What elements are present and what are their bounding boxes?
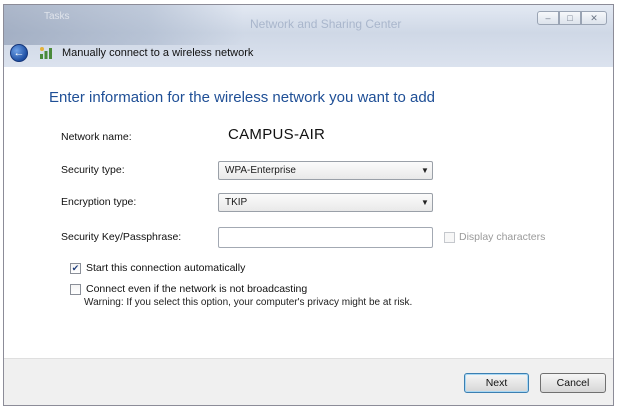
network-name-value: CAMPUS-AIR xyxy=(228,126,326,143)
wizard-window: Tasks Network and Sharing Center – □ ✕ ← xyxy=(3,4,614,406)
display-characters-label: Display characters xyxy=(459,231,546,243)
encryption-type-dropdown[interactable]: TKIP ▼ xyxy=(218,193,433,212)
display-characters-checkbox[interactable] xyxy=(444,232,455,243)
start-auto-label: Start this connection automatically xyxy=(86,262,246,274)
network-icon xyxy=(40,47,52,59)
wizard-content: Enter information for the wireless netwo… xyxy=(4,67,613,359)
security-type-label: Security type: xyxy=(61,164,125,176)
encryption-type-label: Encryption type: xyxy=(61,196,137,208)
minimize-icon: – xyxy=(545,13,551,23)
privacy-warning: Warning: If you select this option, your… xyxy=(84,297,413,308)
next-button[interactable]: Next xyxy=(464,373,529,393)
connect-hidden-label: Connect even if the network is not broad… xyxy=(86,283,308,295)
maximize-icon: □ xyxy=(567,13,573,23)
window-title: Network and Sharing Center xyxy=(250,17,402,31)
network-name-label: Network name: xyxy=(61,131,132,143)
passphrase-label: Security Key/Passphrase: xyxy=(61,231,182,243)
chevron-down-icon: ▼ xyxy=(421,166,429,175)
connect-hidden-checkbox[interactable] xyxy=(70,284,81,295)
start-auto-checkbox[interactable]: ✔ xyxy=(70,263,81,274)
caption-buttons: – □ ✕ xyxy=(537,11,607,25)
security-type-value: WPA-Enterprise xyxy=(225,165,296,176)
encryption-type-value: TKIP xyxy=(225,197,248,208)
maximize-button[interactable]: □ xyxy=(559,11,581,25)
nav-row: ← Manually connect to a wireless network xyxy=(10,43,253,63)
wizard-footer: Next Cancel xyxy=(4,358,613,405)
passphrase-input[interactable] xyxy=(218,227,433,248)
app-title: Tasks xyxy=(44,11,70,22)
chevron-down-icon: ▼ xyxy=(421,198,429,207)
cancel-button[interactable]: Cancel xyxy=(540,373,606,393)
security-type-dropdown[interactable]: WPA-Enterprise ▼ xyxy=(218,161,433,180)
title-bar-glass xyxy=(4,5,244,45)
minimize-button[interactable]: – xyxy=(537,11,559,25)
page-heading: Enter information for the wireless netwo… xyxy=(49,89,436,106)
back-arrow-icon: ← xyxy=(13,47,25,59)
close-icon: ✕ xyxy=(590,12,598,23)
title-bar[interactable]: Tasks Network and Sharing Center – □ ✕ ← xyxy=(4,5,613,67)
checkmark-icon: ✔ xyxy=(71,263,80,273)
close-button[interactable]: ✕ xyxy=(581,11,607,25)
back-button[interactable]: ← xyxy=(10,44,28,62)
wizard-title: Manually connect to a wireless network xyxy=(62,47,254,59)
